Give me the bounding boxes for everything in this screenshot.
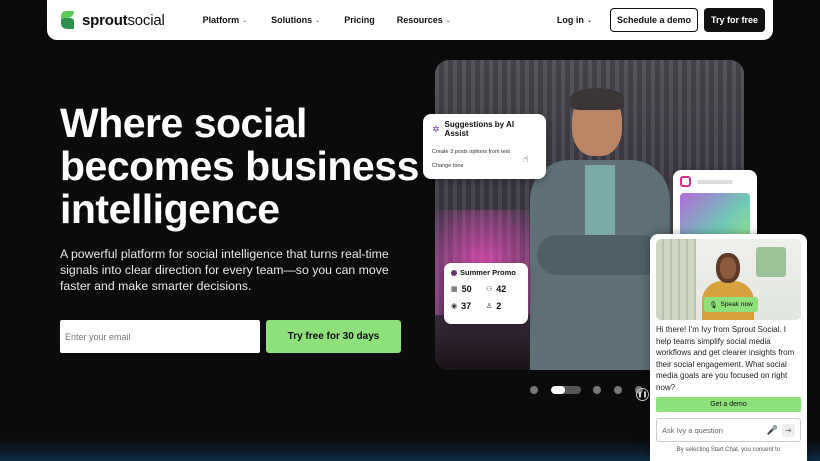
- chevron-down-icon: ⌄: [445, 17, 451, 24]
- chat-widget: 🎙 Speak now Hi there! I'm Ivy from Sprout…: [650, 234, 807, 461]
- chevron-down-icon: ⌄: [586, 17, 592, 24]
- chevron-down-icon: ⌄: [315, 17, 321, 24]
- eye-icon: ◉: [451, 303, 458, 310]
- stat-views: ◉ 37: [451, 301, 472, 311]
- ask-ivy-input[interactable]: [662, 425, 763, 435]
- nav-item-platform[interactable]: Platform ⌄: [203, 15, 248, 25]
- ai-assist-icon: ✲: [432, 123, 440, 134]
- pointer-cursor-icon: ☝: [523, 154, 529, 164]
- promo-title: Summer Promo: [460, 268, 516, 277]
- ai-suggestion-option: Change tone: [432, 163, 464, 169]
- try-free-30-days-button[interactable]: Try free for 30 days: [266, 320, 401, 353]
- get-demo-button[interactable]: Get a demo: [656, 397, 801, 412]
- ai-assist-card: ✲ Suggestions by AI Assist Create 3 post…: [423, 114, 546, 179]
- schedule-demo-button[interactable]: Schedule a demo: [609, 8, 698, 32]
- nav-item-solutions[interactable]: Solutions ⌄: [271, 15, 320, 25]
- carousel-dot[interactable]: [614, 386, 622, 394]
- sprout-logo-icon: [61, 11, 74, 29]
- users-icon: ⚇: [486, 286, 493, 293]
- summer-promo-card: Summer Promo ▦ 50 ⚇ 42 ◉ 37 ♙ 2: [444, 263, 528, 324]
- ask-box: 🎤 ➔: [656, 418, 801, 442]
- instagram-icon: [680, 176, 691, 187]
- chevron-down-icon: ⌄: [242, 17, 248, 24]
- carousel-dot[interactable]: [530, 386, 538, 394]
- pause-icon[interactable]: ❚❚: [636, 388, 649, 401]
- hero-subtext: A powerful platform for social intellige…: [60, 247, 389, 293]
- speak-now-button[interactable]: 🎙 Speak now: [704, 297, 758, 312]
- nav-item-pricing[interactable]: Pricing: [344, 15, 375, 25]
- stat-posts: ▦ 50: [451, 284, 472, 294]
- stat-people: ♙ 2: [486, 301, 502, 311]
- carousel-dot-active[interactable]: [551, 386, 581, 394]
- person-icon: ♙: [486, 303, 493, 310]
- microphone-icon[interactable]: 🎤: [767, 425, 778, 436]
- try-free-button[interactable]: Try for free: [703, 8, 765, 32]
- hero-headline: Where social becomes business intelligen…: [60, 100, 419, 232]
- ai-suggestion-option: Create 3 posts options from text: [432, 149, 510, 155]
- stat-audience: ⚇ 42: [486, 284, 507, 294]
- ai-assist-title: Suggestions by AI Assist: [444, 120, 515, 138]
- consent-text: By selecting Start Chat, you consent to: [676, 447, 781, 453]
- top-nav: sproutsocial Platform ⌄ Solutions ⌄ Pricin…: [47, 0, 773, 40]
- nav-actions: Log in ⌄ Schedule a demo Try for free: [557, 8, 765, 32]
- mic-icon: 🎙: [709, 301, 718, 309]
- brand-logo[interactable]: sproutsocial: [59, 10, 165, 30]
- assistant-video: 🎙 Speak now: [656, 239, 801, 320]
- campaign-dot-icon: [451, 269, 457, 276]
- main-nav-links: Platform ⌄ Solutions ⌄ Pricing Resources ⌄: [203, 15, 451, 25]
- assistant-message: Hi there! I'm Ivy from Sprout Social. I …: [656, 325, 795, 392]
- send-arrow-icon[interactable]: ➔: [782, 423, 795, 437]
- brand-name: sproutsocial: [82, 11, 165, 29]
- email-input[interactable]: [60, 320, 260, 353]
- carousel-dot[interactable]: [593, 386, 601, 394]
- nav-item-resources[interactable]: Resources ⌄: [397, 15, 451, 25]
- login-link[interactable]: Log in ⌄: [557, 15, 592, 25]
- calendar-icon: ▦: [451, 286, 458, 293]
